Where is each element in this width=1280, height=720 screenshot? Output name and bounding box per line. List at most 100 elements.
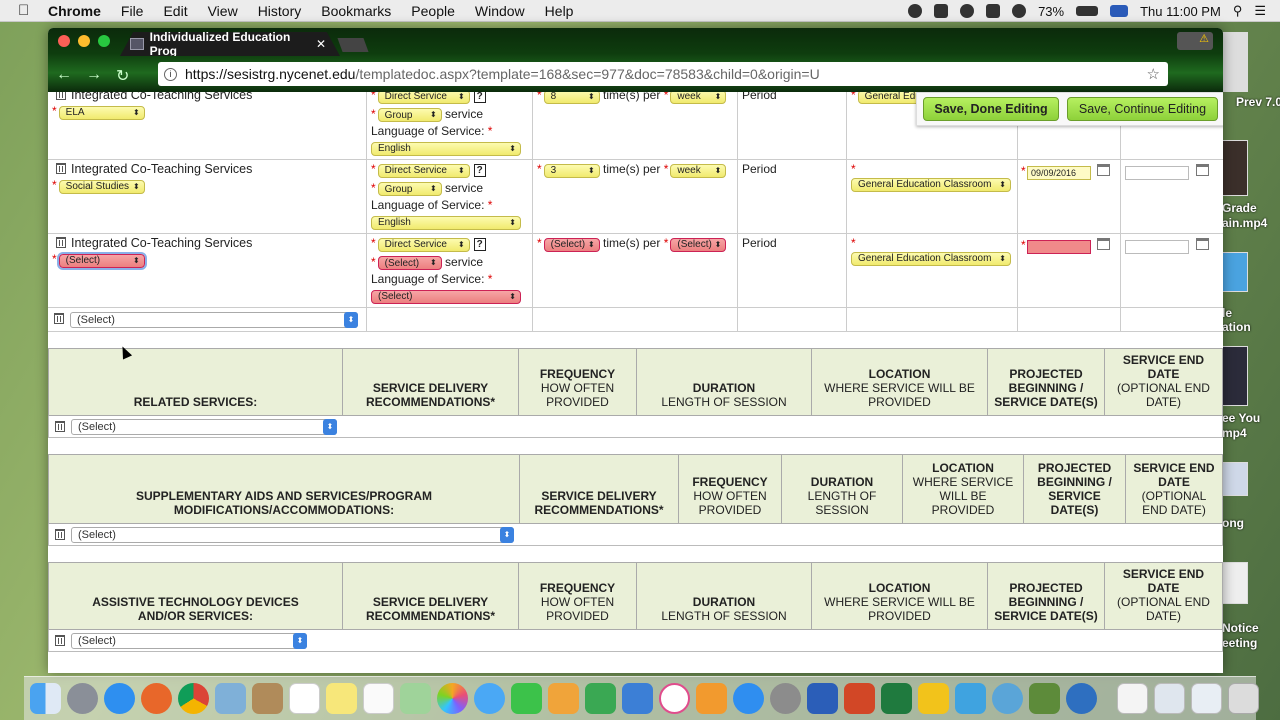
outlook-icon[interactable] (918, 683, 949, 714)
group-select[interactable]: (Select) (377, 256, 442, 270)
forward-arrow-icon[interactable]: → (86, 66, 102, 86)
word-icon[interactable] (807, 683, 838, 714)
document-icon[interactable] (1117, 683, 1148, 714)
assistive-select[interactable]: (Select) ⬍ (71, 633, 307, 649)
downloads-stack-icon[interactable] (1154, 683, 1185, 714)
new-tab-button[interactable] (337, 38, 369, 52)
menu-people[interactable]: People (411, 3, 455, 19)
menu-history[interactable]: History (258, 3, 302, 19)
safari-icon[interactable] (104, 683, 135, 714)
zoom-window-button[interactable] (98, 35, 110, 47)
notification-center-icon[interactable]: ☰ (1254, 3, 1266, 19)
supplementary-select[interactable]: (Select) ⬍ (71, 527, 514, 543)
desktop-file-thumb[interactable] (1222, 32, 1248, 92)
bluetooth-icon[interactable] (986, 4, 1001, 18)
desktop-label[interactable]: Notice (1222, 621, 1280, 635)
trash-icon[interactable] (56, 237, 66, 248)
numbers-icon[interactable] (585, 683, 616, 714)
firefox-icon[interactable] (141, 683, 172, 714)
frequency-number-select[interactable]: 3 (543, 163, 600, 178)
powerpoint-icon[interactable] (844, 683, 875, 714)
menubar-clock[interactable]: Thu 11:00 PM (1140, 4, 1221, 19)
menu-help[interactable]: Help (545, 3, 574, 19)
desktop-video-thumb[interactable] (1222, 140, 1248, 196)
begin-date-input[interactable] (1027, 240, 1091, 254)
desktop-label[interactable]: ain.mp4 (1222, 216, 1280, 230)
preview-icon[interactable] (215, 683, 246, 714)
evernote-icon[interactable] (934, 4, 949, 18)
location-select[interactable]: General Education Classroom (851, 177, 1011, 192)
trash-icon[interactable] (56, 163, 66, 174)
desktop-label[interactable]: Grade (1222, 201, 1280, 215)
subject-select[interactable]: (Select) (56, 251, 147, 270)
itunes-icon[interactable] (659, 683, 690, 714)
group-select[interactable]: Group (377, 182, 442, 196)
desktop-label[interactable]: eeting (1222, 636, 1280, 650)
contacts-icon[interactable] (252, 683, 283, 714)
system-preferences-icon[interactable] (770, 683, 801, 714)
apple-icon[interactable]:  (18, 2, 36, 19)
delivery-select[interactable]: Direct Service (377, 237, 470, 252)
calendar-icon[interactable] (1196, 164, 1209, 176)
tab-close-icon[interactable]: ✕ (316, 37, 326, 51)
trash-icon[interactable] (56, 92, 66, 100)
finder-icon[interactable] (30, 683, 61, 714)
frequency-unit-select[interactable]: week (670, 92, 727, 104)
keynote-icon[interactable] (622, 683, 653, 714)
language-select[interactable]: English (371, 215, 521, 230)
save-continue-editing-button[interactable]: Save, Continue Editing (1067, 97, 1218, 121)
desktop-video-thumb[interactable] (1222, 346, 1248, 406)
messages-icon[interactable] (474, 683, 505, 714)
menu-edit[interactable]: Edit (163, 3, 187, 19)
language-select[interactable]: (Select) (371, 289, 521, 304)
subject-select[interactable]: ELA (58, 105, 145, 120)
desktop-label[interactable]: ee You (1222, 411, 1280, 425)
desktop-label[interactable]: ong (1222, 516, 1280, 530)
menu-view[interactable]: View (208, 3, 238, 19)
begin-date-input[interactable]: 09/09/2016 (1027, 166, 1091, 180)
facetime-icon[interactable] (511, 683, 542, 714)
desktop-label[interactable]: ation (1222, 320, 1280, 334)
calendar-app-icon[interactable] (289, 683, 320, 714)
calendar-icon[interactable] (1097, 238, 1110, 250)
close-window-button[interactable] (58, 35, 70, 47)
trash-icon[interactable] (55, 529, 65, 540)
language-select[interactable]: English (371, 141, 521, 156)
desktop-label[interactable]: Prev 7.0 (1236, 95, 1280, 109)
battery-icon[interactable] (1076, 6, 1099, 16)
minimize-window-button[interactable] (78, 35, 90, 47)
related-services-select[interactable]: (Select) ⬍ (71, 419, 337, 435)
help-question-icon[interactable]: ? (473, 164, 486, 177)
photos-icon[interactable] (437, 683, 468, 714)
trash-bin-icon[interactable] (1228, 683, 1259, 714)
screenshot-stack-icon[interactable] (1191, 683, 1222, 714)
trash-icon[interactable] (54, 313, 64, 324)
site-info-icon[interactable]: i (164, 67, 177, 81)
wifi-icon[interactable] (1012, 4, 1027, 18)
launchpad-icon[interactable] (67, 683, 98, 714)
input-flag-icon[interactable] (1110, 5, 1129, 17)
frequency-number-select[interactable]: (Select) (543, 237, 600, 252)
trash-icon[interactable] (55, 421, 65, 432)
delivery-select[interactable]: Direct Service (377, 92, 470, 104)
help-question-icon[interactable]: ? (473, 92, 486, 103)
back-arrow-icon[interactable]: ← (56, 66, 72, 86)
sync-icon[interactable] (960, 4, 975, 18)
pages-icon[interactable] (548, 683, 579, 714)
calendar-icon[interactable] (1097, 164, 1110, 176)
desktop-file-thumb[interactable] (1222, 252, 1248, 292)
lync-icon[interactable] (955, 683, 986, 714)
desktop-label[interactable]: mp4 (1222, 426, 1280, 440)
group-select[interactable]: Group (377, 108, 442, 122)
excel-icon[interactable] (881, 683, 912, 714)
record-icon[interactable] (908, 4, 923, 18)
notes-icon[interactable] (326, 683, 357, 714)
battery-percent[interactable]: 73% (1038, 4, 1064, 19)
help-question-icon[interactable]: ? (473, 238, 486, 251)
tab-iep[interactable]: Individualized Education Prog ✕ (120, 32, 340, 56)
desktop-file-thumb[interactable] (1222, 562, 1248, 604)
trash-icon[interactable] (55, 635, 65, 646)
delivery-select[interactable]: Direct Service (377, 163, 470, 178)
chrome-icon[interactable] (178, 683, 209, 714)
frequency-unit-select[interactable]: week (670, 163, 727, 178)
